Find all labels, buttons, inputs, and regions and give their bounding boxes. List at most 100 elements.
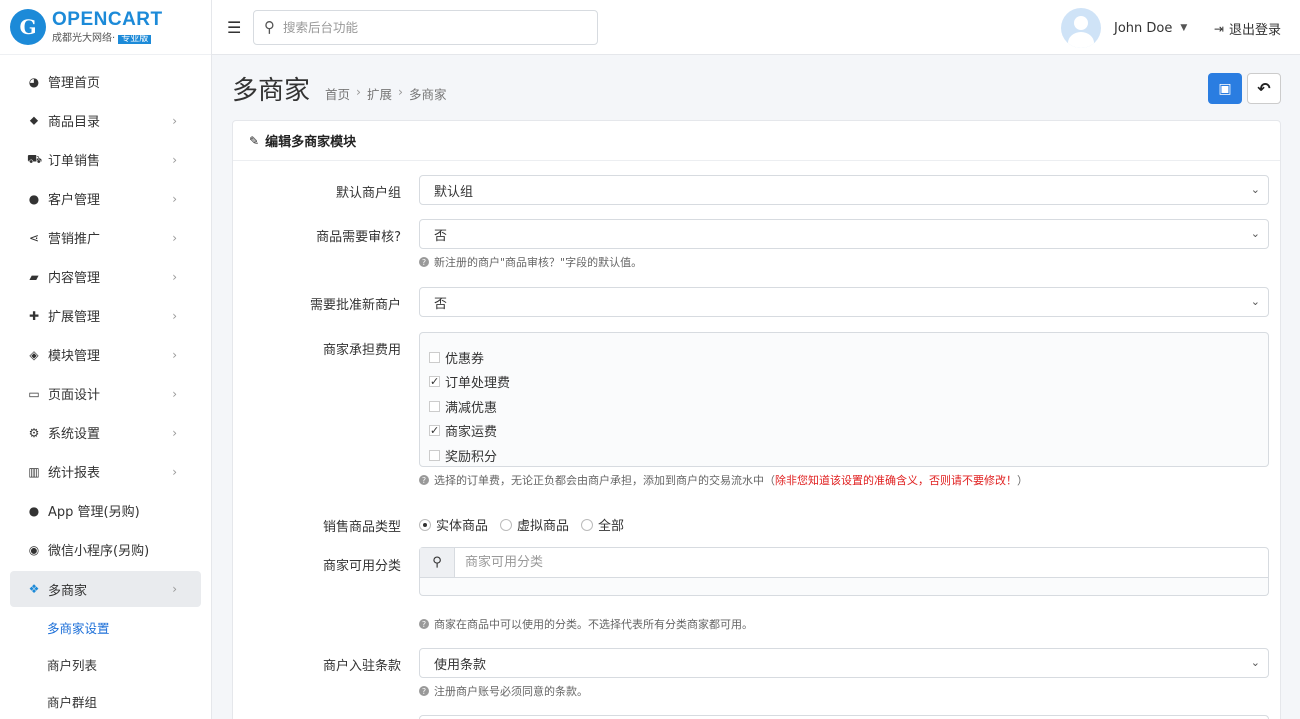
user-menu[interactable]: John Doe ▼ [1061,8,1187,48]
product-type-radio-3[interactable]: 全部 [581,515,624,534]
sidebar-item-8[interactable]: ◈ 模块管理 › [0,335,201,374]
checkbox-icon[interactable] [429,400,440,412]
logout-link[interactable]: ⇥ 退出登录 [1213,19,1281,39]
sidebar-nav: ◕ 管理首页 ⬥ 商品目录 › ⛟ 订单销售 › ● 客户管理 › ⋖ 营销推广 › ▰ 内容管理 › ✚ 扩展管理… [0,55,211,719]
sidebar-subitem-1[interactable]: 多商家设置 [0,609,211,646]
categories-help: ? 商家在商品中可以使用的分类。不选择代表所有分类商家都可用。 [419,616,1269,632]
label-product-review: 商品需要审核? [316,230,401,245]
checkbox-icon[interactable] [429,351,440,363]
edit-card: ✎ 编辑多商家模块 默认商户组 默认组 ⌄ 商品需要审核? 否 ⌄ ? 新注册的商… [232,120,1281,719]
save-button[interactable]: ▣ [1208,73,1242,104]
sign-out-icon: ⇥ [1213,21,1224,36]
approve-new-select[interactable]: 否 ⌄ [419,287,1269,317]
chevron-right-icon: › [172,113,177,128]
checkbox-icon[interactable]: ✓ [429,376,440,388]
cost-checkbox-1[interactable]: 优惠券 [429,345,1268,370]
sidebar-item-label: 统计报表 [48,466,101,481]
cost-checkbox-4[interactable]: ✓ 商家运费 [429,419,1268,444]
chevron-down-icon: ⌄ [1250,227,1260,240]
sidebar-subitem-3[interactable]: 商户群组 [0,683,211,719]
product-type-radio-1[interactable]: 实体商品 [419,515,488,534]
menu-toggle-icon[interactable]: ☰ [227,18,243,37]
sidebar-item-label: App 管理(另购) [48,505,140,520]
sidebar-item-13[interactable]: ◉ 微信小程序(另购) [0,530,201,569]
chevron-down-icon: ⌄ [1250,183,1260,196]
question-icon: ? [419,475,429,485]
pencil-icon: ✎ [249,133,260,148]
breadcrumb-extension[interactable]: 扩展 [367,84,392,103]
apple-icon: ● [28,503,40,518]
sidebar-item-11[interactable]: ▥ 统计报表 › [0,452,201,491]
label-approve-new: 需要批准新商户 [309,298,401,313]
terms-select[interactable]: 使用条款 ⌄ [419,648,1269,678]
breadcrumb: 首页 › 扩展 › 多商家 [325,84,447,103]
sidebar-item-7[interactable]: ✚ 扩展管理 › [0,296,201,335]
next-field-select[interactable] [419,715,1269,719]
breadcrumb-home[interactable]: 首页 [325,84,350,103]
back-button[interactable]: ↶ [1247,73,1281,104]
save-icon: ▣ [1218,80,1232,97]
sidebar-item-label: 扩展管理 [48,310,101,325]
chevron-down-icon: ⌄ [1250,295,1260,308]
sidebar-item-3[interactable]: ⛟ 订单销售 › [0,140,201,179]
sidebar-item-5[interactable]: ⋖ 营销推广 › [0,218,201,257]
costs-checkbox-list: 优惠券 ✓ 订单处理费 满减优惠 ✓ 商家运费 奖励积分 [419,332,1269,467]
brand-name: OPENCART [52,8,163,30]
sidebar-item-9[interactable]: ▭ 页面设计 › [0,374,201,413]
monitor-icon: ▭ [28,386,40,401]
radio-icon[interactable] [500,518,513,531]
page-title: 多商家 [232,76,311,106]
search-icon: ⚲ [264,18,275,36]
avatar [1061,8,1101,48]
chevron-right-icon: › [172,152,177,167]
question-icon: ? [419,686,429,696]
wechat-icon: ◉ [28,542,40,557]
default-group-select[interactable]: 默认组 ⌄ [419,175,1269,205]
checkbox-icon[interactable]: ✓ [429,425,440,437]
chevron-right-icon: › [172,308,177,323]
radio-icon[interactable] [581,518,594,531]
sidebar-item-6[interactable]: ▰ 内容管理 › [0,257,201,296]
sidebar-item-4[interactable]: ● 客户管理 › [0,179,201,218]
logo[interactable]: G OPENCART 成都光大网络· 专业版 [0,0,211,55]
sidebar-item-label: 微信小程序(另购) [48,544,150,559]
sidebar-item-label: 多商家 [48,583,88,599]
cost-checkbox-2[interactable]: ✓ 订单处理费 [429,370,1268,395]
sidebar: G OPENCART 成都光大网络· 专业版 ◕ 管理首页 ⬥ 商品目录 › ⛟ 订单销售 › ●… [0,0,212,719]
product-review-select[interactable]: 否 ⌄ [419,219,1269,249]
search-icon: ⚲ [420,548,455,577]
sidebar-item-label: 页面设计 [48,388,101,403]
breadcrumb-current[interactable]: 多商家 [409,84,447,103]
chevron-down-icon: ⌄ [1250,656,1260,669]
dashboard-icon: ◕ [28,74,40,89]
sidebar-item-label: 营销推广 [48,232,101,247]
search-input[interactable] [283,19,563,35]
chevron-right-icon: › [172,464,177,479]
sidebar-item-10[interactable]: ⚙ 系统设置 › [0,413,201,452]
radio-icon[interactable] [419,518,431,531]
checkbox-icon[interactable] [429,449,440,461]
cost-checkbox-5[interactable]: 奖励积分 [429,443,1268,468]
sidebar-item-12[interactable]: ● App 管理(另购) [0,491,201,530]
brand-sub: 成都光大网络· 专业版 [52,33,163,45]
question-icon: ? [419,257,429,267]
sidebar-item-14[interactable]: ❖ 多商家 › [10,571,201,607]
caret-down-icon: ▼ [1180,23,1188,33]
chevron-right-icon: › [172,347,177,362]
cost-checkbox-3[interactable]: 满减优惠 [429,394,1268,419]
label-terms: 商户入驻条款 [322,659,401,674]
bar-chart-icon: ▥ [28,464,40,479]
label-costs: 商家承担费用 [322,343,401,358]
sidebar-item-2[interactable]: ⬥ 商品目录 › [0,101,201,140]
sidebar-item-1[interactable]: ◕ 管理首页 [0,62,201,101]
label-product-type: 销售商品类型 [322,520,401,535]
cube-icon: ◈ [29,347,39,362]
dropbox-icon: ❖ [28,582,40,596]
product-type-radio-2[interactable]: 虚拟商品 [500,515,569,534]
cart-icon: ⛟ [27,151,43,166]
chevron-right-icon: › [172,386,177,401]
sidebar-item-label: 管理首页 [48,76,101,91]
sidebar-subitem-2[interactable]: 商户列表 [0,646,211,683]
search-box[interactable]: ⚲ [253,9,598,45]
categories-input[interactable] [465,555,1165,570]
